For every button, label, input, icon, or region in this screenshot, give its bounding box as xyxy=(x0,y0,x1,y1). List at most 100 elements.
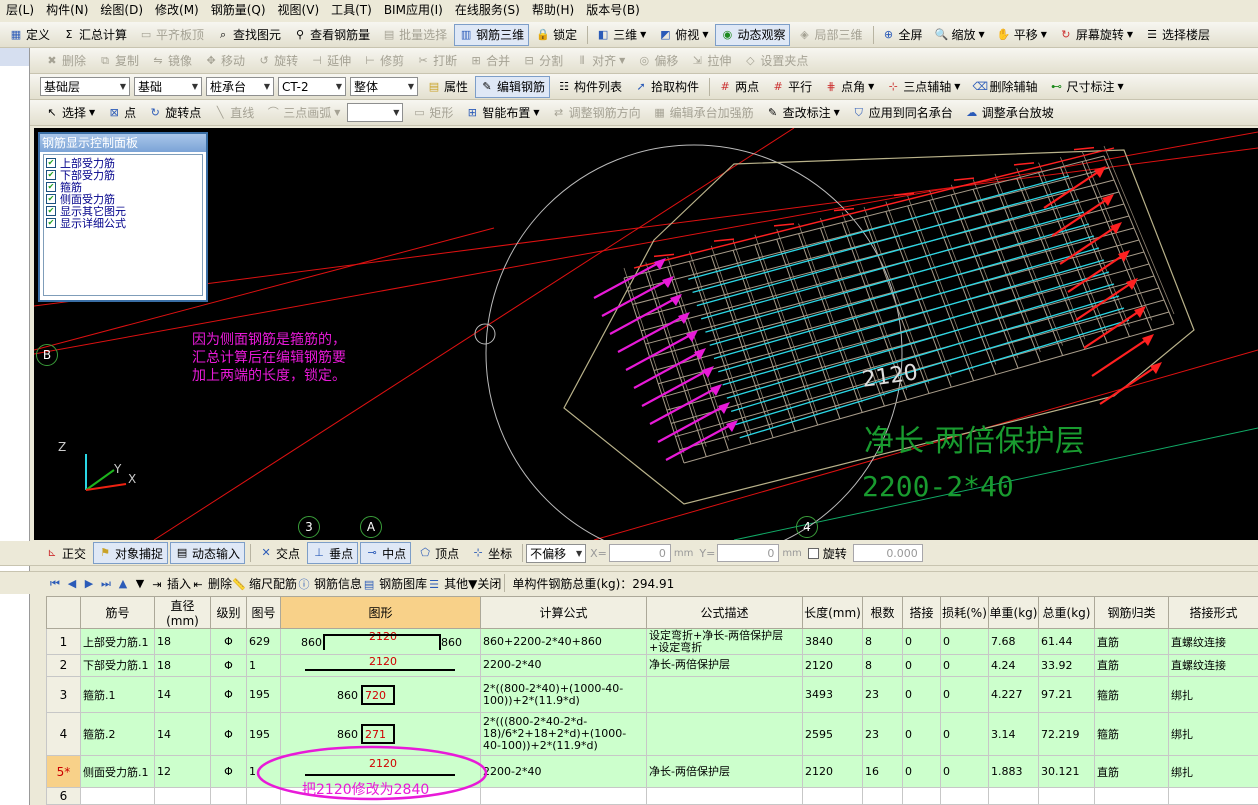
cell-total_w[interactable]: 97.21 xyxy=(1038,675,1095,714)
cell-cat[interactable] xyxy=(1094,787,1169,805)
menu-item-8[interactable]: 在线服务(S) xyxy=(449,0,526,20)
cell-len[interactable]: 2120 xyxy=(802,755,863,789)
row-number[interactable]: 4 xyxy=(46,712,81,757)
arc-param-select[interactable]: ▼ xyxy=(347,103,404,122)
delete-aux-button[interactable]: ⌫ 删除辅轴 xyxy=(967,76,1042,98)
menu-item-0[interactable]: 层(L) xyxy=(0,0,40,20)
point-button[interactable]: ⊠ 点 xyxy=(102,102,141,124)
cell-dia[interactable]: 18 xyxy=(154,654,211,677)
select-button[interactable]: ↖ 选择 ▼ xyxy=(40,102,100,124)
delete-button[interactable]: ✖ 删除 xyxy=(40,50,91,72)
table-row[interactable]: 3 箍筋.1 14 Φ 195 860 720 2*((800-2*40)+(1000-40-… xyxy=(46,675,1258,714)
pan-button[interactable]: ✋ 平移 ▼ xyxy=(992,24,1052,46)
rebar-lib-button[interactable]: ▤ 钢筋图库 xyxy=(362,575,427,592)
cell-grade[interactable]: Φ xyxy=(210,627,247,656)
cell-lap_type[interactable] xyxy=(1168,787,1258,805)
cell-cat[interactable]: 直筋 xyxy=(1094,654,1169,677)
split-button[interactable]: ⊟ 分割 xyxy=(517,50,568,72)
table-row[interactable]: 4 箍筋.2 14 Φ 195 860 271 2*(((800-2*40-2*d-18)/6… xyxy=(46,712,1258,757)
cell-shape[interactable]: 2120 xyxy=(280,654,481,677)
move-down-button[interactable]: ▼ xyxy=(133,576,150,591)
element-type-select[interactable]: 桩承台 ▼ xyxy=(206,77,274,96)
cell-lap[interactable]: 0 xyxy=(902,675,941,714)
cell-len[interactable] xyxy=(802,787,863,805)
cell-fig[interactable]: 195 xyxy=(246,675,281,714)
adjust-rebar-dir-button[interactable]: ⇄ 调整钢筋方向 xyxy=(547,102,646,124)
fullscreen-button[interactable]: ⊕ 全屏 xyxy=(877,24,928,46)
rect-button[interactable]: ▭ 矩形 xyxy=(407,102,458,124)
cell-qty[interactable]: 16 xyxy=(862,755,903,789)
cell-cat[interactable]: 箍筋 xyxy=(1094,675,1169,714)
batch-select-button[interactable]: ▤ 批量选择 xyxy=(377,24,452,46)
two-points-button[interactable]: # 两点 xyxy=(713,76,764,98)
cell-lap[interactable]: 0 xyxy=(902,755,941,789)
cell-name[interactable]: 侧面受力筋.1 xyxy=(80,755,155,789)
cell-loss[interactable]: 0 xyxy=(940,712,989,757)
menu-item-1[interactable]: 构件(N) xyxy=(40,0,94,20)
cell-name[interactable] xyxy=(80,787,155,805)
row-number[interactable]: 6 xyxy=(46,787,81,805)
cell-desc[interactable]: 设定弯折+净长-两倍保护层+设定弯折 xyxy=(646,627,803,656)
column-header-11[interactable]: 单重(kg) xyxy=(988,596,1039,629)
local-3d-button[interactable]: ◈ 局部三维 xyxy=(792,24,867,46)
cell-lap_type[interactable]: 直螺纹连接 xyxy=(1168,654,1258,677)
cell-total_w[interactable] xyxy=(1038,787,1095,805)
cell-loss[interactable]: 0 xyxy=(940,627,989,656)
table-row[interactable]: 1 上部受力筋.1 18 Φ 629 860 2120 860 860+2200-2*40+86… xyxy=(46,627,1258,656)
stretch-button[interactable]: ⇲ 拉伸 xyxy=(685,50,736,72)
cell-formula[interactable]: 2*((800-2*40)+(1000-40-100))+2*(11.9*d) xyxy=(480,675,647,714)
view-label-button[interactable]: ✎ 查改标注 ▼ xyxy=(761,102,845,124)
rebar-info-button[interactable]: ⓘ 钢筋信息 xyxy=(297,575,363,592)
cell-fig[interactable]: 1 xyxy=(246,654,281,677)
cell-lap[interactable]: 0 xyxy=(902,627,941,656)
y-input[interactable]: 0 xyxy=(717,544,780,562)
three-point-aux-button[interactable]: ⊹ 三点辅轴 ▼ xyxy=(881,76,965,98)
sum-calc-button[interactable]: Σ 汇总计算 xyxy=(57,24,132,46)
cell-total_w[interactable]: 72.219 xyxy=(1038,712,1095,757)
cell-lap_type[interactable]: 绑扎 xyxy=(1168,755,1258,789)
perpendicular-button[interactable]: ⊥ 垂点 xyxy=(307,542,359,564)
column-header-0[interactable]: 筋号 xyxy=(80,596,155,629)
element-name-select[interactable]: CT-2 ▼ xyxy=(278,77,346,96)
checkbox-checked-icon[interactable]: ✔ xyxy=(46,194,56,204)
cell-unit_w[interactable]: 7.68 xyxy=(988,627,1039,656)
rotate-point-button[interactable]: ↻ 旋转点 xyxy=(143,102,206,124)
line-button[interactable]: ╲ 直线 xyxy=(208,102,259,124)
column-header-9[interactable]: 搭接 xyxy=(902,596,941,629)
column-header-12[interactable]: 总重(kg) xyxy=(1038,596,1095,629)
cell-dia[interactable]: 12 xyxy=(154,755,211,789)
column-header-13[interactable]: 钢筋归类 xyxy=(1094,596,1169,629)
properties-button[interactable]: ▤ 属性 xyxy=(422,76,473,98)
cell-unit_w[interactable]: 1.883 xyxy=(988,755,1039,789)
cell-qty[interactable] xyxy=(862,787,903,805)
checkbox-checked-icon[interactable]: ✔ xyxy=(46,158,56,168)
rebar-3d-viewport[interactable]: Z Y X B 3 A 4 因为侧面钢筋是箍筋的， 汇总计算后在编辑钢筋要 加上… xyxy=(34,128,1258,540)
cell-loss[interactable] xyxy=(940,787,989,805)
cell-loss[interactable]: 0 xyxy=(940,755,989,789)
cell-qty[interactable]: 23 xyxy=(862,675,903,714)
cell-lap_type[interactable]: 绑扎 xyxy=(1168,712,1258,757)
cell-name[interactable]: 上部受力筋.1 xyxy=(80,627,155,656)
row-number[interactable]: 5* xyxy=(46,755,81,789)
column-header-8[interactable]: 根数 xyxy=(862,596,903,629)
cell-formula[interactable]: 2200-2*40 xyxy=(480,755,647,789)
menu-item-5[interactable]: 视图(V) xyxy=(272,0,326,20)
cell-formula[interactable]: 860+2200-2*40+860 xyxy=(480,627,647,656)
cell-len[interactable]: 3840 xyxy=(802,627,863,656)
menu-item-2[interactable]: 绘图(D) xyxy=(94,0,149,20)
align-button[interactable]: ⫴ 对齐 ▼ xyxy=(570,50,630,72)
cell-name[interactable]: 箍筋.1 xyxy=(80,675,155,714)
coordinate-button[interactable]: ⊹ 坐标 xyxy=(466,542,517,564)
cell-name[interactable]: 箍筋.2 xyxy=(80,712,155,757)
edit-rebar-button[interactable]: ✎ 编辑钢筋 xyxy=(475,75,551,98)
cell-loss[interactable]: 0 xyxy=(940,654,989,677)
cell-qty[interactable]: 8 xyxy=(862,627,903,656)
cell-dia[interactable] xyxy=(154,787,211,805)
cell-desc[interactable] xyxy=(646,712,803,757)
parallel-button[interactable]: # 平行 xyxy=(766,76,817,98)
dynamic-input-button[interactable]: ▤ 动态输入 xyxy=(170,542,246,564)
cell-total_w[interactable]: 61.44 xyxy=(1038,627,1095,656)
cell-lap[interactable] xyxy=(902,787,941,805)
cell-lap[interactable]: 0 xyxy=(902,712,941,757)
top-view-button[interactable]: ◩ 俯视 ▼ xyxy=(653,24,713,46)
